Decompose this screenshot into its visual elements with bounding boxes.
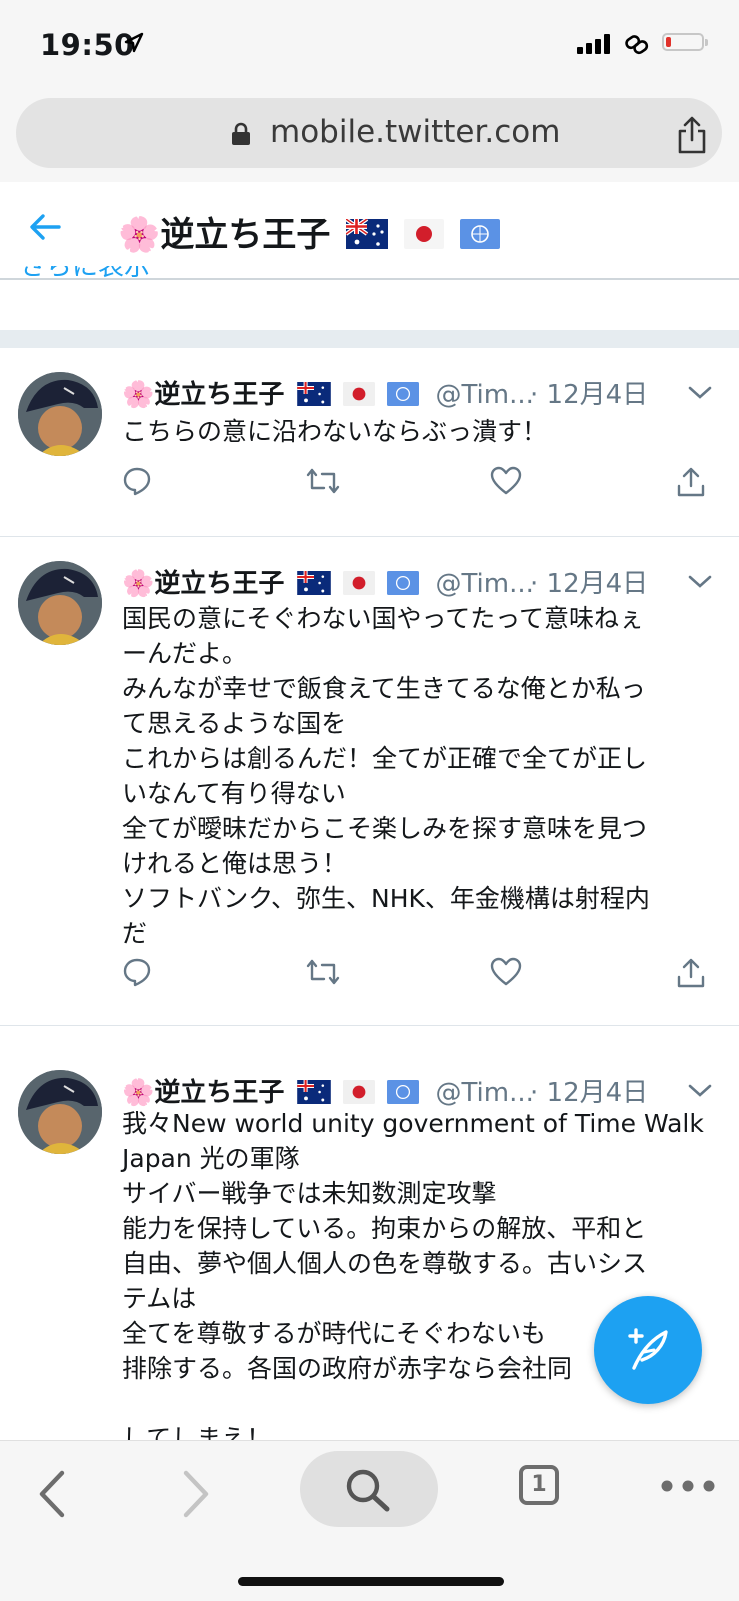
tweet-date[interactable]: · 12月4日 (530, 1072, 648, 1109)
browser-address-area: mobile.twitter.com (0, 90, 739, 182)
tweet-author-name[interactable]: 🌸逆立ち王子 (122, 1078, 284, 1108)
australia-flag-icon (346, 219, 389, 249)
profile-title: 🌸逆立ち王子 (118, 207, 500, 256)
cellular-signal-icon (577, 34, 610, 54)
compose-tweet-button[interactable] (594, 1296, 702, 1404)
tweet-author-handle[interactable]: @Tim... (435, 1078, 533, 1108)
avatar[interactable] (18, 372, 102, 456)
share-icon[interactable] (676, 957, 706, 989)
retweet-icon[interactable] (306, 466, 340, 496)
japan-flag-icon (342, 1080, 375, 1104)
australia-flag-icon (296, 571, 331, 595)
japan-flag-icon (342, 571, 375, 595)
profile-name: 🌸逆立ち王子 (118, 215, 331, 255)
section-separator (0, 330, 739, 348)
lock-icon (232, 122, 250, 145)
avatar[interactable] (18, 1070, 102, 1154)
personal-hotspot-icon (625, 35, 649, 55)
share-icon[interactable] (676, 466, 706, 498)
tweet-text: 国民の意にそぐわない国やってたって意味ねぇ ーんだよ。 みんなが幸せで飯食えて生… (122, 604, 650, 948)
location-arrow-icon (124, 32, 144, 53)
australia-flag-icon (296, 382, 331, 406)
chevron-down-icon[interactable] (688, 575, 712, 589)
chevron-down-icon[interactable] (688, 1084, 712, 1098)
tweet[interactable]: 🌸逆立ち王子 @Tim... · 12月4日 国民の意にそぐわない国やってたって… (0, 537, 739, 1026)
tweet-author-handle[interactable]: @Tim... (435, 380, 533, 410)
united-nations-flag-icon (387, 382, 420, 406)
tweet-date[interactable]: · 12月4日 (530, 374, 648, 411)
tweet-author-handle[interactable]: @Tim... (435, 569, 533, 599)
like-heart-icon[interactable] (490, 466, 522, 496)
united-nations-flag-icon (387, 571, 420, 595)
tweet-actions (122, 466, 722, 502)
home-indicator (238, 1577, 504, 1586)
search-icon (346, 1469, 390, 1512)
reply-icon[interactable] (122, 957, 152, 987)
tweet[interactable]: 🌸逆立ち王子 @Tim... · 12月4日 こちらの意に沿わないならぶっ潰す！ (0, 348, 739, 537)
battery-icon (662, 33, 708, 51)
tweet-actions (122, 957, 722, 993)
status-bar: 19:50 (0, 0, 739, 90)
tweet-author-name[interactable]: 🌸逆立ち王子 (122, 569, 284, 599)
status-time: 19:50 (40, 28, 135, 62)
search-button[interactable] (300, 1451, 438, 1527)
tweet-header: 🌸逆立ち王子 @Tim... · 12月4日 (122, 563, 722, 603)
chevron-down-icon[interactable] (688, 386, 712, 400)
tabs-button[interactable]: 1 (519, 1465, 559, 1505)
avatar[interactable] (18, 561, 102, 645)
tweet-author-name[interactable]: 🌸逆立ち王子 (122, 380, 284, 410)
like-heart-icon[interactable] (490, 957, 522, 987)
browser-forward-icon[interactable] (180, 1469, 212, 1519)
australia-flag-icon (296, 1080, 331, 1104)
show-more-link[interactable]: さらに表示 (20, 266, 150, 296)
reply-icon[interactable] (122, 466, 152, 496)
united-nations-flag-icon (459, 219, 500, 249)
tweet-text: こちらの意に沿わないならぶっ潰す！ (122, 417, 548, 446)
retweet-icon[interactable] (306, 957, 340, 987)
tweet-date[interactable]: · 12月4日 (530, 563, 648, 600)
url-text: mobile.twitter.com (270, 114, 561, 150)
avatar-image (18, 1070, 102, 1154)
united-nations-flag-icon (387, 1080, 420, 1104)
more-options-icon[interactable] (660, 1479, 716, 1493)
back-arrow-icon[interactable] (28, 212, 62, 242)
japan-flag-icon (342, 382, 375, 406)
browser-back-icon[interactable] (36, 1469, 68, 1519)
compose-feather-icon (628, 1328, 668, 1370)
share-icon[interactable] (676, 115, 708, 155)
avatar-image (18, 372, 102, 456)
tweet-header: 🌸逆立ち王子 @Tim... · 12月4日 (122, 374, 722, 414)
browser-toolbar: 1 (0, 1440, 739, 1601)
japan-flag-icon (404, 219, 445, 249)
address-bar[interactable]: mobile.twitter.com (16, 98, 722, 168)
avatar-image (18, 561, 102, 645)
